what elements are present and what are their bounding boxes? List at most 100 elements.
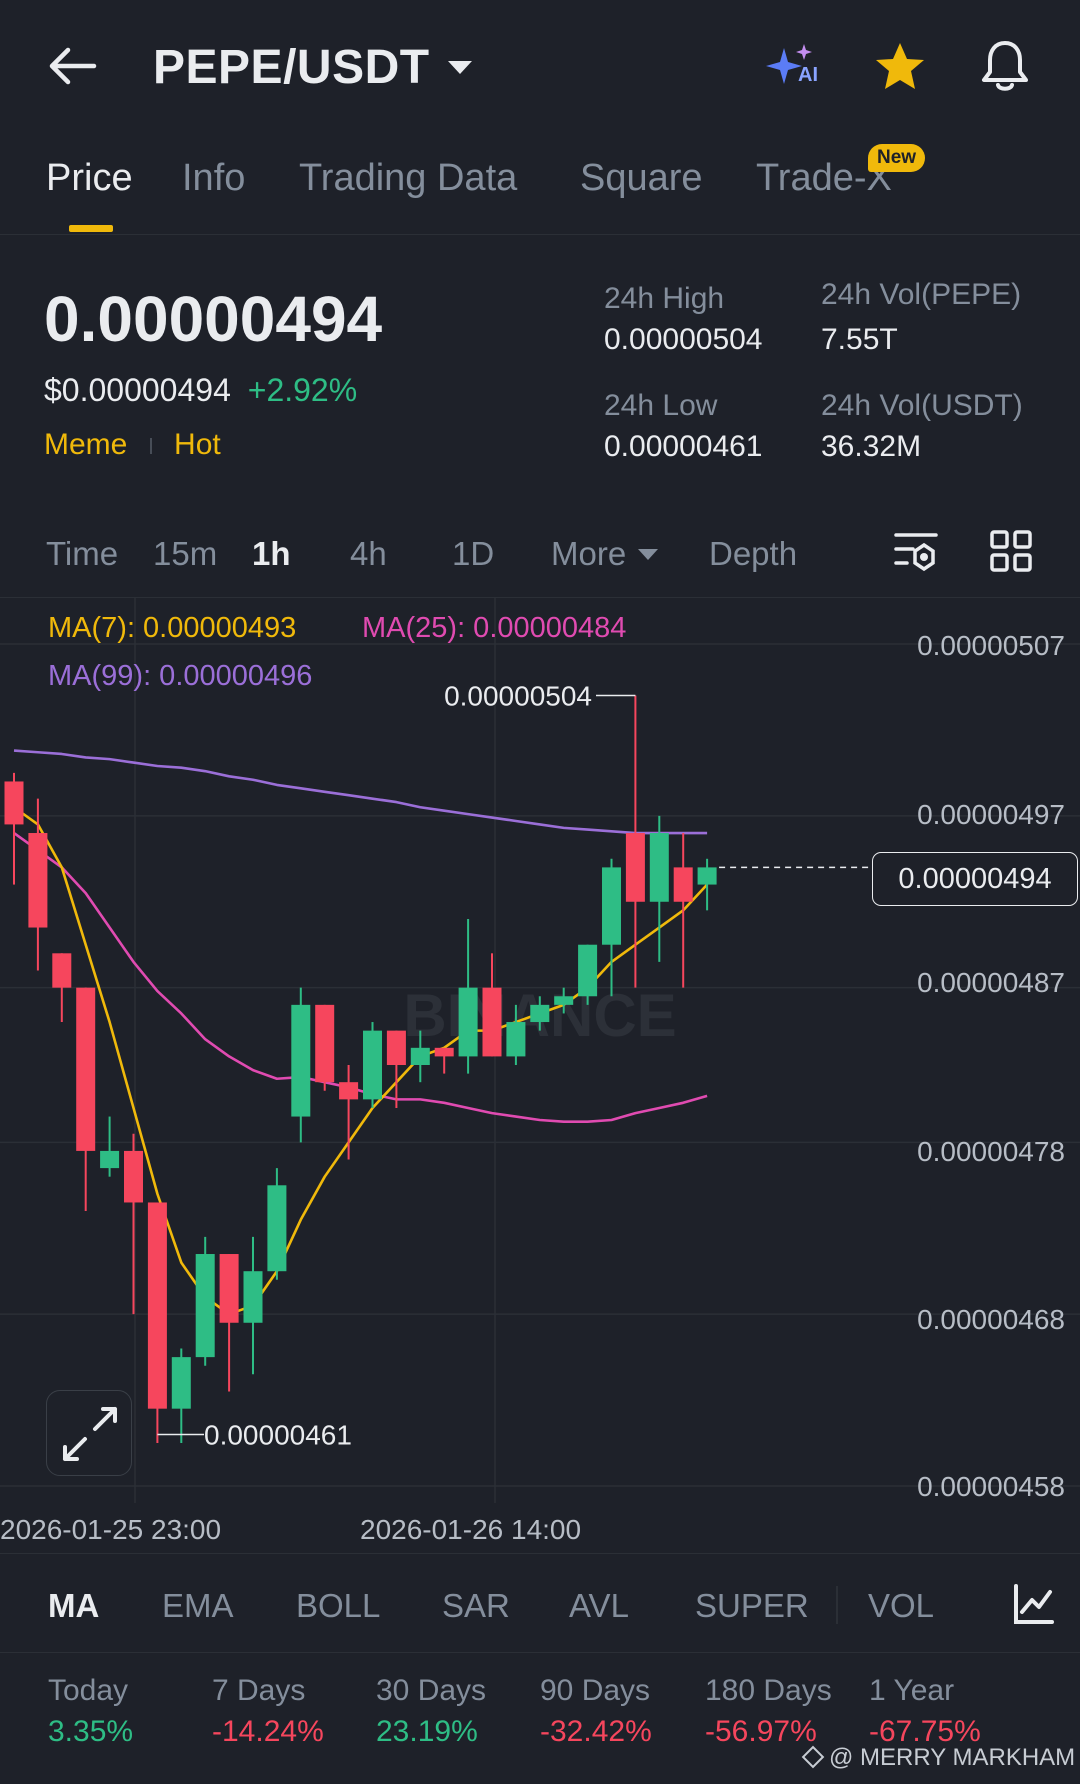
- tab-info[interactable]: Info: [182, 157, 245, 200]
- usd-price: $0.00000494: [44, 372, 231, 408]
- candle-body: [602, 867, 621, 945]
- perf-value-180d: -56.97%: [705, 1715, 817, 1748]
- candles: [4, 695, 717, 1444]
- star-icon[interactable]: [872, 40, 928, 94]
- expand-icon: [63, 1407, 117, 1461]
- interval-more-label: More: [551, 535, 627, 572]
- candle-body: [530, 1004, 550, 1023]
- candle-body: [697, 867, 717, 885]
- high-label: 24h High: [604, 282, 725, 315]
- ai-sparkle-icon[interactable]: AI: [764, 40, 824, 92]
- tag-meme[interactable]: Meme: [44, 428, 127, 461]
- interval-1h[interactable]: 1h: [252, 535, 291, 573]
- perf-value-7d: -14.24%: [212, 1715, 324, 1748]
- divider: [0, 1652, 1080, 1653]
- tag-hot[interactable]: Hot: [174, 428, 221, 461]
- candle-body: [243, 1271, 263, 1323]
- x-tick-label: 2026-01-25 23:00: [0, 1514, 222, 1545]
- divider: [0, 1553, 1080, 1554]
- tab-trading-data[interactable]: Trading Data: [299, 157, 517, 200]
- candle-body: [267, 1185, 287, 1272]
- y-tick-label: 0.00000487: [917, 967, 1065, 998]
- low-marker-label: 0.00000461: [204, 1419, 352, 1450]
- candle-body: [673, 867, 693, 902]
- interval-time[interactable]: Time: [46, 535, 118, 573]
- candle-body: [76, 987, 96, 1151]
- expand-chart-button[interactable]: [46, 1390, 132, 1476]
- indicator-sar[interactable]: SAR: [442, 1587, 510, 1625]
- vol-base-label: 24h Vol(PEPE): [821, 278, 1022, 311]
- indicator-boll[interactable]: BOLL: [296, 1587, 380, 1625]
- y-tick-label: 0.00000458: [917, 1471, 1065, 1502]
- top-bar: PEPE/USDT AI: [0, 0, 1080, 135]
- chevron-down-icon: [447, 61, 472, 74]
- indicator-super[interactable]: SUPER: [695, 1587, 809, 1625]
- vol-quote-label: 24h Vol(USDT): [821, 389, 1023, 422]
- perf-value-90d: -32.42%: [540, 1715, 652, 1748]
- interval-more[interactable]: More: [551, 535, 659, 573]
- ma7-value: MA(7): 0.00000493: [48, 612, 297, 644]
- indicator-settings-icon[interactable]: [1012, 1582, 1056, 1626]
- candle-body: [649, 833, 669, 902]
- usd-price-row: $0.00000494 +2.92%: [44, 372, 357, 409]
- candle-body: [410, 1047, 430, 1065]
- indicator-divider: [836, 1586, 838, 1624]
- tab-square[interactable]: Square: [580, 157, 703, 200]
- high-marker-label: 0.00000504: [444, 681, 592, 712]
- candle-body: [554, 996, 574, 1005]
- ma99-polyline: [13, 749, 708, 835]
- chevron-down-icon: [638, 548, 659, 560]
- interval-1d[interactable]: 1D: [452, 535, 494, 573]
- bell-icon[interactable]: [978, 38, 1032, 94]
- perf-label-30d: 30 Days: [376, 1674, 487, 1707]
- perf-label-1y: 1 Year: [869, 1674, 955, 1707]
- interval-depth[interactable]: Depth: [709, 535, 797, 573]
- perf-label-today: Today: [48, 1674, 129, 1707]
- y-tick-label: 0.00000497: [917, 799, 1065, 830]
- chart-markers: 0.00000504 0.00000461: [157, 681, 872, 1450]
- indicator-avl[interactable]: AVL: [569, 1587, 629, 1625]
- candle-body: [171, 1357, 191, 1409]
- perf-label-180d: 180 Days: [705, 1674, 832, 1707]
- interval-15m[interactable]: 15m: [153, 535, 217, 573]
- ma25-value: MA(25): 0.00000484: [362, 612, 627, 644]
- candle-body: [100, 1150, 120, 1169]
- watermark-text: @ MERRY MARKHAM: [829, 1744, 1076, 1771]
- interval-4h[interactable]: 4h: [350, 535, 387, 573]
- high-value: 0.00000504: [604, 323, 763, 356]
- candle-body: [315, 1004, 335, 1083]
- candle-body: [52, 953, 72, 988]
- pair-title: PEPE/USDT: [153, 41, 430, 94]
- indicator-ma[interactable]: MA: [48, 1587, 99, 1625]
- y-tick-label: 0.00000478: [917, 1136, 1065, 1167]
- back-arrow-icon[interactable]: [44, 44, 100, 88]
- perf-value-today: 3.35%: [48, 1715, 134, 1748]
- pair-selector[interactable]: PEPE/USDT: [153, 40, 472, 95]
- vol-base-value: 7.55T: [821, 323, 898, 356]
- binance-logo-icon: [801, 1745, 825, 1769]
- y-tick-label: 0.00000468: [917, 1304, 1065, 1335]
- current-price-tag: 0.00000494: [872, 852, 1078, 906]
- active-tab-indicator: [69, 225, 113, 232]
- candle-body: [458, 987, 478, 1057]
- tag-separator: [149, 438, 152, 455]
- candle-body: [506, 1022, 526, 1057]
- candle-body: [4, 781, 24, 825]
- last-price: 0.00000494: [44, 283, 383, 355]
- new-badge: New: [868, 144, 926, 172]
- ai-label: AI: [798, 64, 818, 86]
- grid-layout-icon[interactable]: [990, 530, 1032, 572]
- tab-price[interactable]: Price: [46, 157, 133, 200]
- candlestick-chart[interactable]: BINANCE 0.000005040.00000461: [0, 598, 1080, 1553]
- indicator-vol[interactable]: VOL: [868, 1587, 934, 1625]
- indicator-ema[interactable]: EMA: [162, 1587, 234, 1625]
- candle-body: [124, 1150, 143, 1203]
- tag-row: Meme Hot: [44, 428, 221, 462]
- candle-body: [625, 833, 645, 902]
- candle-body: [291, 1004, 311, 1117]
- candle-body: [339, 1082, 359, 1100]
- candle-body: [386, 1030, 406, 1065]
- chart-settings-icon[interactable]: [893, 530, 939, 574]
- candle-body: [28, 833, 48, 928]
- candle-body: [147, 1202, 167, 1409]
